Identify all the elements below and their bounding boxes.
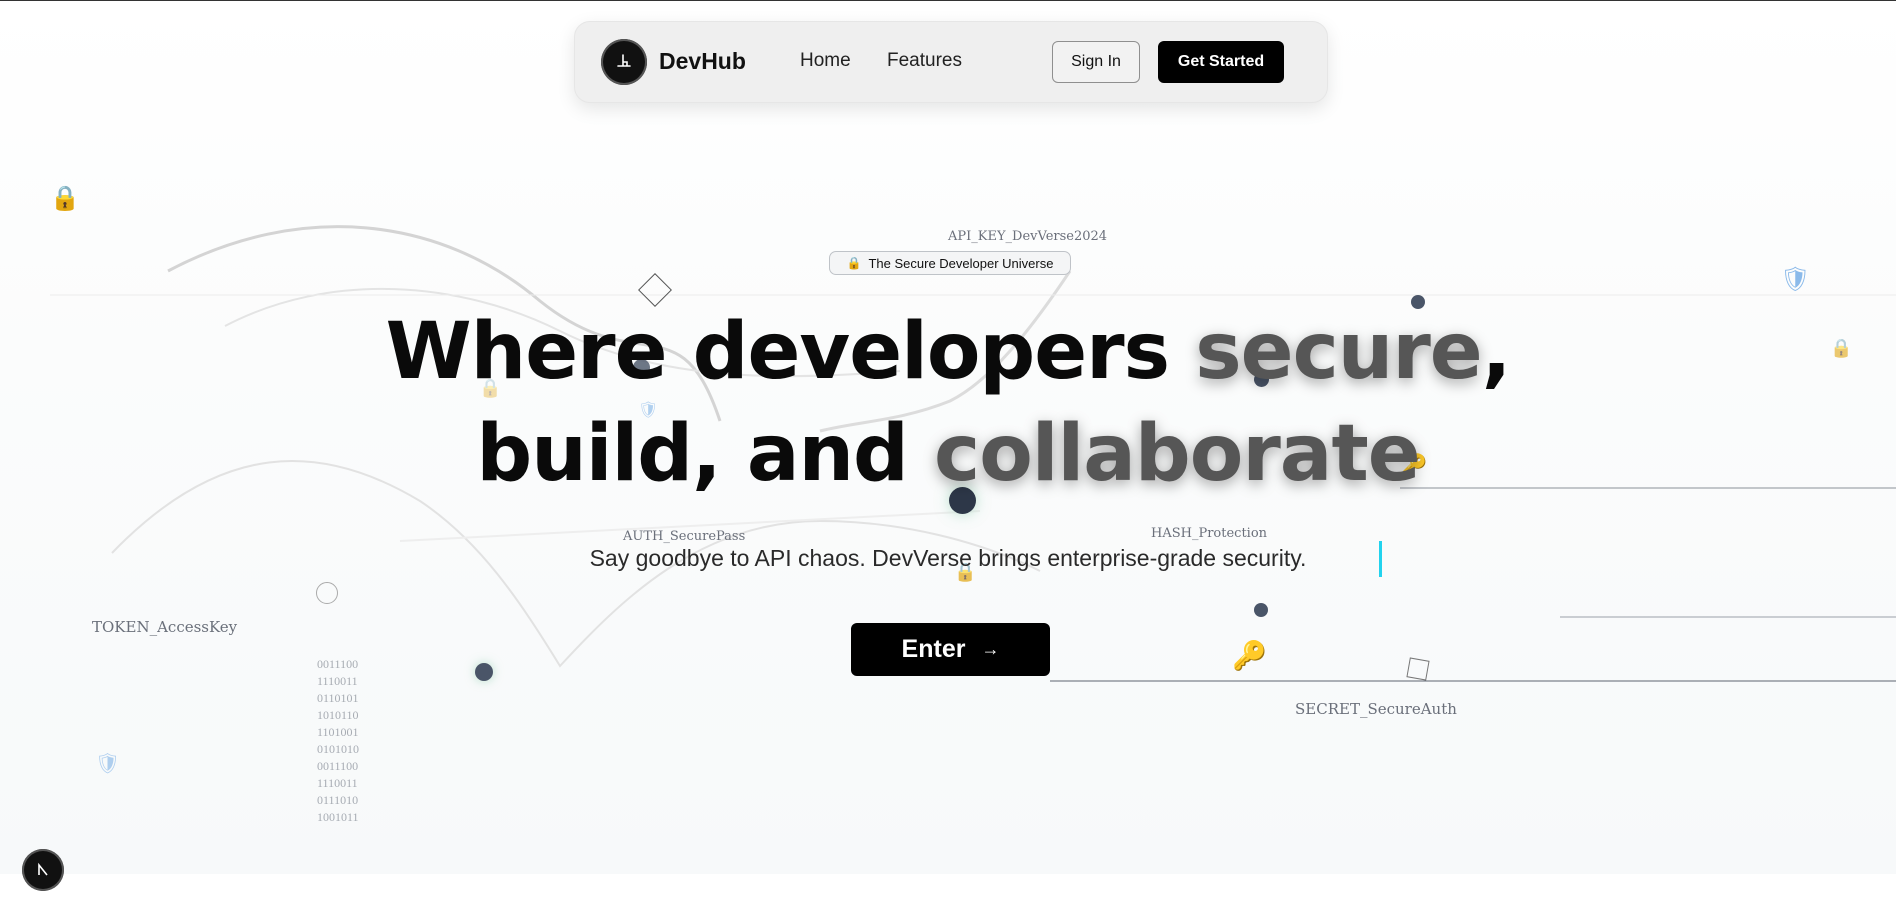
binary-line: 0110101 [317,691,359,705]
headline-line-2: build, and collaborate [0,404,1896,504]
glow-dot [1254,603,1268,617]
binary-line: 1110011 [317,674,358,688]
binary-line: 0101010 [317,742,359,756]
glow-dot [475,663,493,681]
headline-line-1: Where developers secure, [0,302,1896,402]
api-key-label: API_KEY_DevVerse2024 [948,229,1108,244]
shield-icon: 🛡 [1780,266,1811,293]
binary-line: 1010110 [317,708,359,722]
binary-column: 0011100 1110011 0110101 1010110 1101001 … [317,656,359,826]
hero-section: API_KEY_DevVerse2024 AUTH_SecurePass HAS… [0,0,1896,874]
lock-icon: 🔒 [50,185,80,212]
hero-subtitle: Say goodbye to API chaos. DevVerse bring… [589,545,1307,571]
binary-line: 0111010 [317,793,359,807]
token-label: TOKEN_AccessKey [92,618,238,636]
sign-in-button[interactable]: Sign In [1052,41,1140,83]
headline-plain: build, and [476,409,934,499]
square-outline-shape [1406,657,1430,681]
logo-icon[interactable] [601,39,647,85]
binary-line: 1110011 [317,776,358,790]
headline-accent: secure [1195,307,1482,397]
arrow-right-icon: → [981,639,1000,659]
nav-link-features[interactable]: Features [887,50,962,72]
hash-label: HASH_Protection [1151,526,1268,541]
enter-label: Enter [901,635,966,663]
lock-icon: 🔒 [846,256,862,270]
text-cursor [1379,541,1382,577]
headline-accent: collaborate [933,409,1421,499]
enter-button[interactable]: Enter → [851,623,1050,676]
top-navbar: DevHub Home Features Sign In Get Started [574,21,1328,103]
n-logo-icon [38,862,48,876]
logo-glyph-icon [617,54,631,67]
key-icon: 🔑 [1232,640,1267,671]
page-bottom-area [0,874,1896,910]
nav-link-home[interactable]: Home [800,50,851,72]
hero-badge: 🔒 The Secure Developer Universe [829,251,1071,275]
shield-icon: 🛡 [95,753,121,775]
binary-line: 0011100 [317,759,359,773]
binary-line: 1001011 [317,810,359,824]
secret-label: SECRET_SecureAuth [1295,700,1457,718]
headline-plain: Where developers [385,307,1196,397]
devtools-toggle-button[interactable] [22,849,64,891]
get-started-button[interactable]: Get Started [1158,41,1284,83]
binary-line: 0011100 [317,657,359,671]
headline-punct: , [1481,307,1512,397]
circle-outline-shape [316,582,338,604]
auth-label: AUTH_SecurePass [623,529,746,544]
binary-line: 1101001 [317,725,359,739]
badge-text: The Secure Developer Universe [868,255,1054,271]
brand-name[interactable]: DevHub [659,48,746,75]
